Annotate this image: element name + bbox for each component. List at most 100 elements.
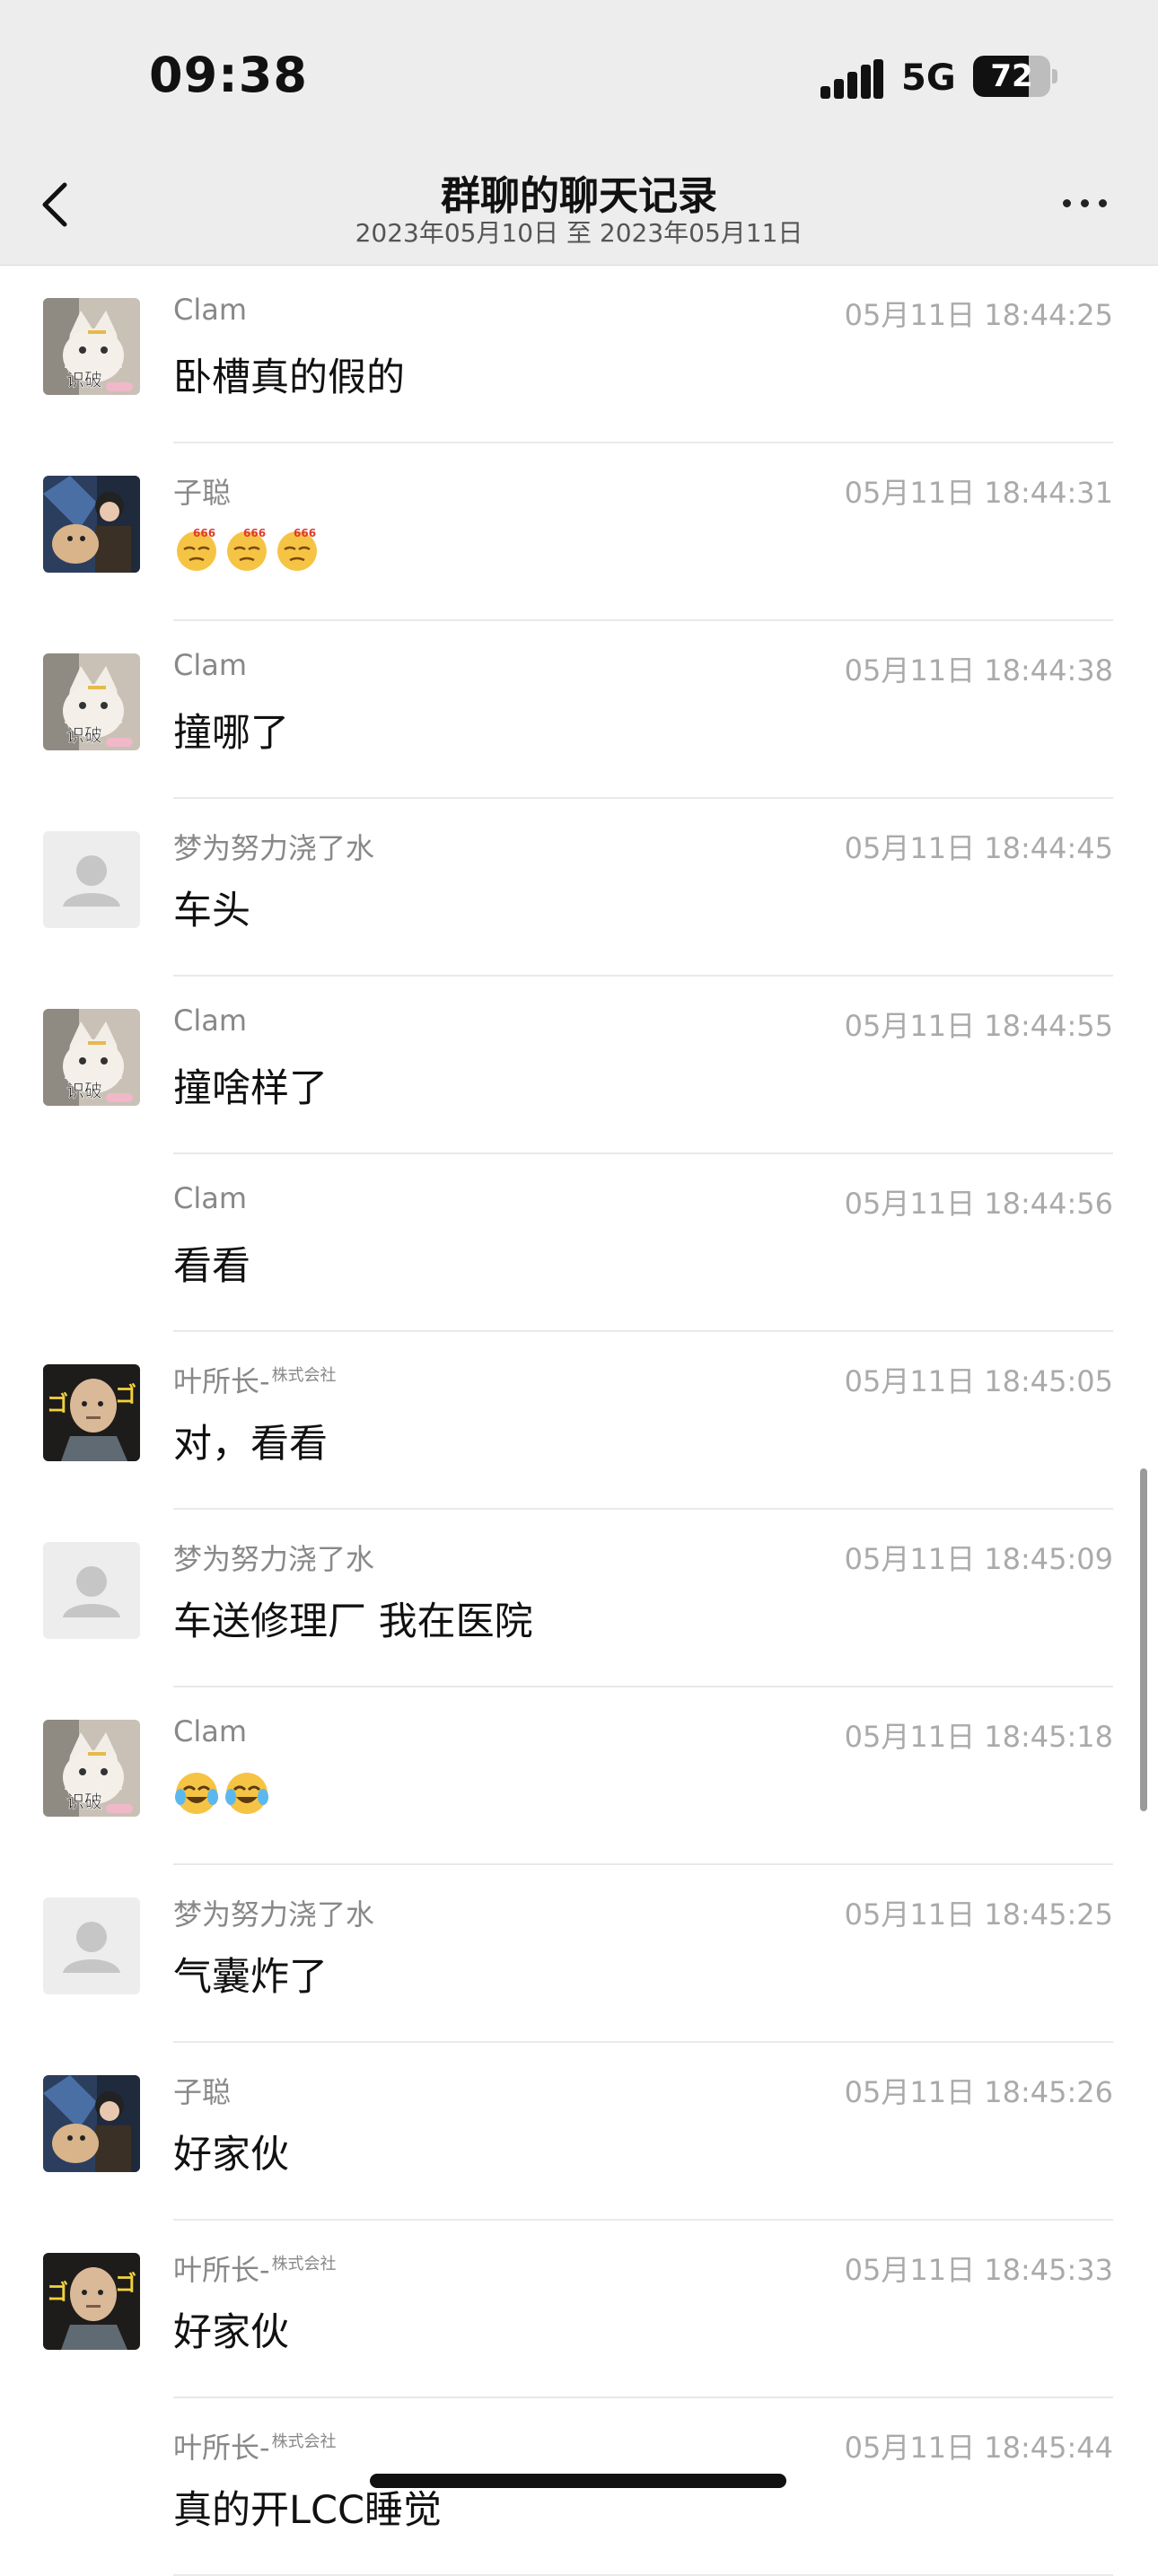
sender-badge: 株式会社	[271, 2255, 337, 2274]
svg-text:ゴ: ゴ	[115, 2271, 136, 2296]
battery-icon: 72	[973, 56, 1050, 97]
message-text[interactable]: 看看	[173, 1235, 250, 1291]
message-item[interactable]: 识破 Clam 05月11日 18:44:38 撞哪了	[0, 621, 1158, 799]
sender-name: 叶所长- 株式会社	[173, 1359, 337, 1400]
svg-text:识破: 识破	[66, 724, 102, 746]
status-time: 09:38	[149, 47, 308, 103]
sender-name: Clam	[173, 648, 247, 682]
message-item[interactable]: 识破 Clam 05月11日 18:44:55 撞啥样了	[0, 977, 1158, 1154]
cat-avatar[interactable]: 识破	[43, 1009, 140, 1106]
date-range: 2023年05月10日 至 2023年05月11日	[355, 218, 803, 248]
message-text[interactable]: 好家伙	[173, 2124, 289, 2179]
network-type: 5G	[901, 57, 956, 99]
default-avatar[interactable]	[43, 831, 140, 928]
svg-text:识破: 识破	[66, 1080, 102, 1101]
page-title: 群聊的聊天记录	[441, 173, 717, 219]
message-text[interactable]: 撞哪了	[173, 702, 289, 758]
message-text[interactable]	[173, 1768, 274, 1817]
sender-name-text: Clam	[173, 648, 248, 682]
message-item[interactable]: ゴゴ叶所长- 株式会社 05月11日 18:45:33 好家伙	[0, 2221, 1158, 2398]
message-timestamp: 05月11日 18:45:33	[844, 2253, 1113, 2287]
cat-avatar[interactable]: 识破	[43, 298, 140, 395]
message-timestamp: 05月11日 18:44:56	[844, 1187, 1113, 1221]
sender-name: Clam	[173, 1714, 247, 1748]
message-item[interactable]: ゴゴ叶所长- 株式会社 05月11日 18:45:05 对，看看	[0, 1332, 1158, 1510]
svg-text:666: 666	[193, 527, 215, 539]
message-item[interactable]: 识破 Clam 05月11日 18:45:18	[0, 1687, 1158, 1865]
message-text[interactable]: 好家伙	[173, 2301, 289, 2357]
scrollbar[interactable]	[1140, 1468, 1147, 1811]
sender-name: 叶所长- 株式会社	[173, 2247, 337, 2289]
message-timestamp: 05月11日 18:44:25	[844, 298, 1113, 332]
message-item[interactable]: 梦为努力浇了水 05月11日 18:45:25 气囊炸了	[0, 1865, 1158, 2043]
home-indicator[interactable]	[370, 2474, 786, 2488]
status-bar: 09:38 5G 72	[0, 0, 1158, 153]
sender-name: 子聪	[173, 2070, 231, 2111]
dog-person-avatar[interactable]	[43, 2075, 140, 2172]
message-text[interactable]: 车送修理厂 我在医院	[173, 1590, 533, 1646]
sender-name-text: Clam	[173, 1714, 248, 1748]
message-text[interactable]: 撞啥样了	[173, 1057, 328, 1113]
sender-name: 叶所长- 株式会社	[173, 2425, 337, 2466]
battery-tip	[1052, 69, 1057, 83]
sender-badge: 株式会社	[271, 2432, 337, 2452]
nav-bar: 群聊的聊天记录 2023年05月10日 至 2023年05月11日	[0, 153, 1158, 266]
sender-name-text: 子聪	[173, 2075, 232, 2109]
sender-name: 梦为努力浇了水	[173, 826, 374, 867]
svg-text:666: 666	[294, 527, 316, 539]
bald-man-avatar[interactable]: ゴゴ	[43, 1364, 140, 1461]
sender-name-text: 叶所长-	[173, 2253, 270, 2287]
sender-name-text: 叶所长-	[173, 2431, 270, 2465]
message-timestamp: 05月11日 18:45:18	[844, 1720, 1113, 1754]
more-button[interactable]	[1059, 188, 1113, 215]
sender-name: Clam	[173, 1003, 247, 1038]
message-item[interactable]: 子聪 05月11日 18:44:31 666 666 666	[0, 443, 1158, 621]
message-item[interactable]: 梦为努力浇了水 05月11日 18:45:09 车送修理厂 我在医院	[0, 1510, 1158, 1687]
sender-name: Clam	[173, 293, 247, 327]
sender-name-text: 梦为努力浇了水	[173, 1542, 375, 1576]
sender-name-text: 子聪	[173, 476, 232, 510]
666-emoji-icon: 666	[173, 526, 220, 573]
svg-text:识破: 识破	[66, 369, 102, 390]
message-item[interactable]: 识破 Clam 05月11日 18:44:25 卧槽真的假的	[0, 266, 1158, 443]
message-item[interactable]: Clam 05月11日 18:44:56 看看	[0, 1154, 1158, 1332]
cat-avatar[interactable]: 识破	[43, 1720, 140, 1817]
laugh-cry-emoji-icon	[224, 1770, 270, 1817]
sender-name-text: 梦为努力浇了水	[173, 1897, 375, 1932]
message-timestamp: 05月11日 18:44:38	[844, 653, 1113, 688]
message-timestamp: 05月11日 18:45:44	[844, 2431, 1113, 2465]
message-text[interactable]: 对，看看	[173, 1413, 328, 1468]
message-text[interactable]: 气囊炸了	[173, 1946, 328, 2002]
666-emoji-icon: 666	[224, 526, 270, 573]
default-avatar[interactable]	[43, 1897, 140, 1994]
message-timestamp: 05月11日 18:44:45	[844, 831, 1113, 865]
message-timestamp: 05月11日 18:44:55	[844, 1009, 1113, 1043]
cat-avatar[interactable]: 识破	[43, 653, 140, 750]
sender-name: 梦为努力浇了水	[173, 1537, 374, 1578]
message-list[interactable]: 识破 Clam 05月11日 18:44:25 卧槽真的假的子聪 05月11日 18:4…	[0, 266, 1158, 2576]
laugh-cry-emoji-icon	[173, 1770, 220, 1817]
sender-name-text: Clam	[173, 1003, 248, 1038]
sender-name-text: 叶所长-	[173, 1364, 270, 1398]
message-timestamp: 05月11日 18:45:05	[844, 1364, 1113, 1398]
battery-level: 72	[990, 58, 1033, 94]
default-avatar[interactable]	[43, 1542, 140, 1639]
dog-person-avatar[interactable]	[43, 476, 140, 573]
message-item[interactable]: 子聪 05月11日 18:45:26 好家伙	[0, 2043, 1158, 2221]
svg-text:识破: 识破	[66, 1791, 102, 1812]
sender-name-text: Clam	[173, 293, 248, 327]
svg-text:ゴ: ゴ	[115, 1382, 136, 1407]
sender-name: Clam	[173, 1181, 247, 1215]
sender-name: 梦为努力浇了水	[173, 1892, 374, 1933]
message-timestamp: 05月11日 18:45:25	[844, 1897, 1113, 1932]
message-text[interactable]: 卧槽真的假的	[173, 346, 405, 402]
sender-name-text: 梦为努力浇了水	[173, 831, 375, 865]
svg-text:ゴ: ゴ	[47, 2280, 68, 2305]
svg-text:ゴ: ゴ	[47, 1391, 68, 1416]
message-timestamp: 05月11日 18:45:26	[844, 2075, 1113, 2109]
message-text[interactable]: 车头	[173, 880, 250, 935]
message-item[interactable]: 梦为努力浇了水 05月11日 18:44:45 车头	[0, 799, 1158, 977]
message-text[interactable]: 666 666 666	[173, 524, 324, 573]
bald-man-avatar[interactable]: ゴゴ	[43, 2253, 140, 2350]
message-timestamp: 05月11日 18:45:09	[844, 1542, 1113, 1576]
